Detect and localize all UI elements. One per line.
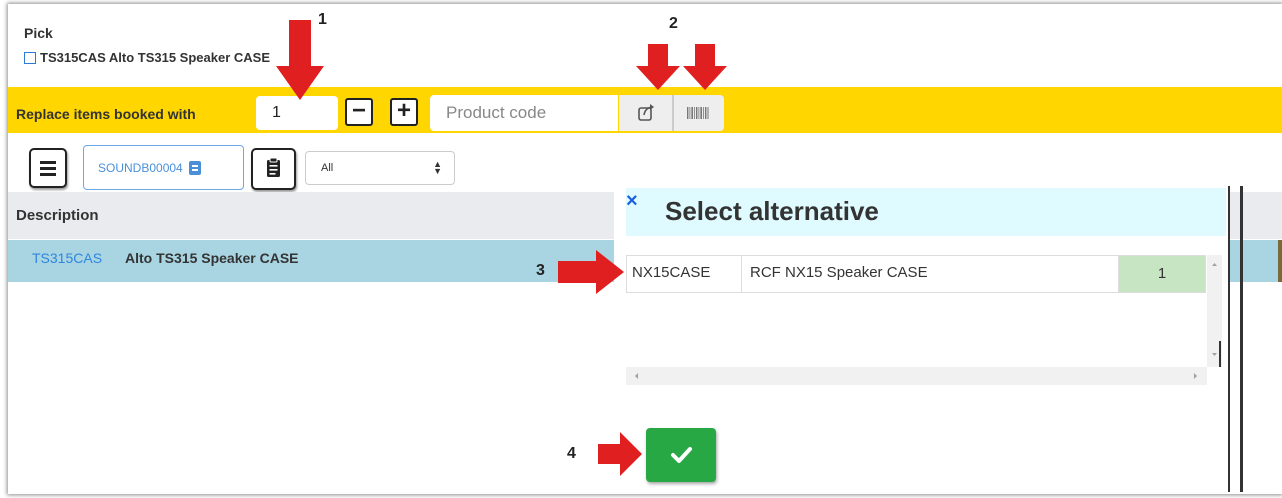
annotation-arrow-right-3	[558, 250, 624, 294]
hamburger-menu-icon-bar	[40, 173, 56, 176]
pick-item[interactable]: TS315CAS Alto TS315 Speaker CASE	[24, 50, 270, 65]
alternative-quantity: 1	[1119, 256, 1205, 292]
menu-button[interactable]	[29, 148, 67, 188]
updown-caret-icon: ▲ ▼	[433, 159, 442, 176]
vertical-scrollbar[interactable]	[1207, 255, 1222, 367]
annotation-arrow-right-4	[598, 432, 642, 476]
annotation-number-3: 3	[536, 262, 545, 279]
booking-reference-label: SOUNDB00004	[98, 160, 183, 175]
row-edge-marker	[1278, 240, 1282, 282]
booking-reference-button[interactable]: SOUNDB00004	[83, 145, 244, 190]
increment-button[interactable]: +	[390, 98, 418, 126]
hamburger-menu-icon-bar	[40, 167, 56, 170]
confirm-button[interactable]	[646, 428, 716, 482]
dialog-title: Select alternative	[665, 196, 879, 226]
close-icon[interactable]: ×	[626, 190, 638, 213]
annotation-arrow-down-2a	[636, 44, 680, 90]
row-item-code-link[interactable]: TS315CAS	[32, 250, 102, 266]
annotation-arrow-down-1	[276, 20, 324, 100]
checkmark-icon	[671, 447, 692, 463]
dialog-border	[1228, 186, 1230, 492]
replace-label: Replace items booked with	[16, 106, 196, 122]
barcode-button[interactable]	[674, 95, 724, 131]
clipboard-button[interactable]	[251, 148, 296, 190]
horizontal-scrollbar[interactable]	[626, 367, 1207, 385]
annotation-number-2: 2	[669, 15, 678, 32]
cell-divider	[741, 256, 742, 292]
annotation-number-4: 4	[567, 445, 576, 462]
product-code-input[interactable]: Product code	[430, 95, 618, 131]
alternative-name: RCF NX15 Speaker CASE	[750, 264, 928, 281]
hamburger-menu-icon	[40, 161, 56, 164]
status-select[interactable]: All ▲ ▼	[305, 151, 455, 185]
pick-item-label: TS315CAS Alto TS315 Speaker CASE	[40, 50, 270, 65]
row-item-name: Alto TS315 Speaker CASE	[125, 250, 299, 266]
scroll-arrows-icon	[635, 373, 1197, 379]
alternative-code: NX15CASE	[632, 264, 711, 281]
share-icon	[638, 104, 654, 121]
dialog-border-outer	[1240, 186, 1243, 492]
status-select-value: All	[321, 162, 334, 174]
barcode-icon	[687, 107, 709, 119]
book-icon	[188, 160, 201, 175]
quantity-input[interactable]: 1	[256, 96, 338, 130]
checkbox-icon[interactable]	[24, 51, 36, 64]
annotation-arrow-down-2b	[683, 44, 727, 90]
description-column-header: Description	[16, 207, 99, 224]
decrement-button[interactable]: −	[345, 98, 373, 126]
scroll-arrows-icon	[1212, 263, 1221, 367]
share-button[interactable]	[619, 95, 673, 131]
pick-title: Pick	[24, 25, 53, 41]
clipboard-icon	[267, 157, 280, 177]
